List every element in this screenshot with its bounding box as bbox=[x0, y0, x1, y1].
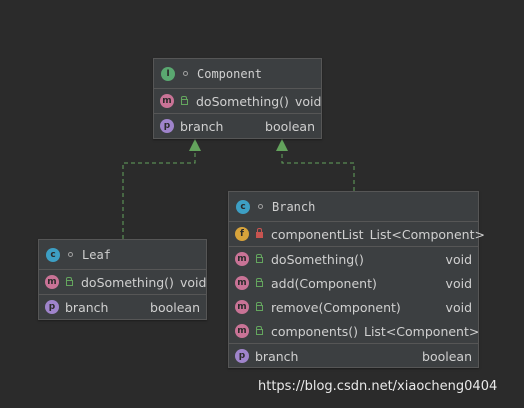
package-private-icon bbox=[66, 251, 74, 259]
branch-method-name: components() bbox=[271, 323, 358, 339]
branch-field-type: List<Component> bbox=[369, 226, 485, 242]
package-private-icon bbox=[256, 203, 264, 211]
branch-field-name: componentList bbox=[271, 226, 364, 242]
public-icon bbox=[180, 96, 188, 105]
branch-method-row[interactable]: m doSomething() void bbox=[229, 247, 478, 271]
component-property-type: boolean bbox=[265, 118, 315, 134]
leaf-title-row: c Leaf bbox=[39, 240, 206, 269]
branch-title: Branch bbox=[272, 199, 316, 214]
component-method-type: void bbox=[294, 93, 322, 109]
public-icon bbox=[255, 326, 263, 335]
interface-icon: I bbox=[161, 66, 175, 81]
branch-method-name: add(Component) bbox=[271, 275, 377, 291]
component-title: Component bbox=[197, 66, 263, 81]
public-icon bbox=[255, 254, 263, 263]
method-icon: m bbox=[160, 94, 174, 108]
method-icon: m bbox=[235, 300, 249, 314]
branch-method-type: List<Component> bbox=[363, 323, 480, 339]
branch-to-component-edge bbox=[281, 151, 355, 191]
class-icon: c bbox=[46, 247, 60, 262]
leaf-property-name: branch bbox=[65, 299, 109, 315]
component-method-row[interactable]: m doSomething() void bbox=[154, 89, 321, 113]
branch-method-type: void bbox=[445, 299, 472, 315]
leaf-node[interactable]: c Leaf m doSomething() void p branch boo… bbox=[38, 239, 207, 320]
leaf-title: Leaf bbox=[82, 247, 111, 262]
branch-property-row[interactable]: p branch boolean bbox=[229, 344, 478, 368]
public-icon bbox=[255, 302, 263, 311]
property-icon: p bbox=[235, 349, 249, 363]
component-property-name: branch bbox=[180, 118, 224, 134]
branch-property-type: boolean bbox=[422, 348, 472, 364]
leaf-method-row[interactable]: m doSomething() void bbox=[39, 270, 206, 294]
branch-methods-section: m doSomething() void m add(Component) vo… bbox=[229, 246, 480, 343]
branch-method-type: void bbox=[445, 251, 472, 267]
component-method-name: doSomething() bbox=[196, 93, 289, 109]
public-icon bbox=[65, 277, 73, 286]
component-title-row: I Component bbox=[154, 59, 321, 88]
leaf-method-name: doSomething() bbox=[81, 274, 174, 290]
property-icon: p bbox=[45, 300, 59, 314]
component-methods-section: m doSomething() void bbox=[154, 88, 321, 113]
leaf-methods-section: m doSomething() void bbox=[39, 269, 206, 294]
watermark: https://blog.csdn.net/xiaocheng0404 bbox=[258, 379, 498, 394]
branch-method-row[interactable]: m components() List<Component> bbox=[229, 319, 480, 343]
method-icon: m bbox=[235, 276, 249, 290]
branch-edge-arrowhead bbox=[276, 139, 288, 151]
leaf-property-type: boolean bbox=[150, 299, 200, 315]
branch-properties-section: p branch boolean bbox=[229, 343, 478, 368]
leaf-properties-section: p branch boolean bbox=[39, 294, 206, 319]
private-icon bbox=[255, 228, 263, 238]
leaf-to-component-edge bbox=[122, 151, 196, 239]
package-private-icon bbox=[181, 70, 189, 78]
class-icon: c bbox=[236, 199, 250, 214]
component-properties-section: p branch boolean bbox=[154, 113, 321, 138]
method-icon: m bbox=[235, 324, 249, 338]
method-icon: m bbox=[235, 252, 249, 266]
branch-method-row[interactable]: m remove(Component) void bbox=[229, 295, 478, 319]
branch-method-name: doSomething() bbox=[271, 251, 364, 267]
branch-field-row[interactable]: f componentList List<Component> bbox=[229, 222, 485, 246]
branch-fields-section: f componentList List<Component> bbox=[229, 221, 485, 246]
leaf-method-type: void bbox=[179, 274, 207, 290]
field-icon: f bbox=[235, 227, 249, 241]
leaf-property-row[interactable]: p branch boolean bbox=[39, 295, 206, 319]
public-icon bbox=[255, 278, 263, 287]
leaf-edge-arrowhead bbox=[189, 139, 201, 151]
method-icon: m bbox=[45, 275, 59, 289]
property-icon: p bbox=[160, 119, 174, 133]
component-property-row[interactable]: p branch boolean bbox=[154, 114, 321, 138]
branch-method-name: remove(Component) bbox=[271, 299, 401, 315]
branch-property-name: branch bbox=[255, 348, 299, 364]
branch-method-row[interactable]: m add(Component) void bbox=[229, 271, 478, 295]
branch-title-row: c Branch bbox=[229, 192, 478, 221]
component-node[interactable]: I Component m doSomething() void p branc… bbox=[153, 58, 322, 139]
branch-method-type: void bbox=[445, 275, 472, 291]
branch-node[interactable]: c Branch f componentList List<Component>… bbox=[228, 191, 485, 368]
